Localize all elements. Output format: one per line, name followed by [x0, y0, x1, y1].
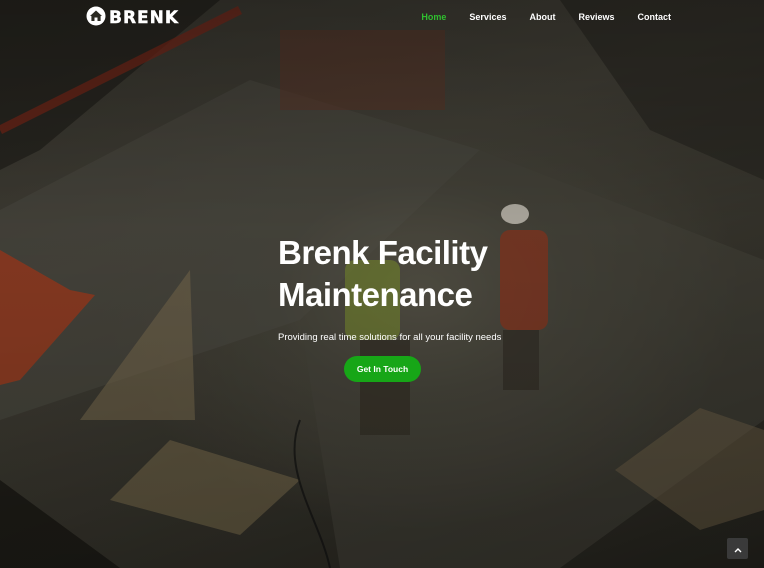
nav-services-link[interactable]: Services [469, 12, 506, 22]
nav-contact-link[interactable]: Contact [638, 12, 672, 22]
get-in-touch-button[interactable]: Get In Touch [344, 356, 421, 382]
nav-about-link[interactable]: About [529, 12, 555, 22]
nav-reviews-link[interactable]: Reviews [578, 12, 614, 22]
hero-title-line-1: Brenk Facility [278, 234, 488, 271]
chevron-up-icon [734, 540, 742, 558]
top-navbar: BRENK Home Services About Reviews Contac… [0, 0, 764, 36]
hero-title-line-2: Maintenance [278, 276, 473, 313]
hero-subtitle: Providing real time solutions for all yo… [278, 331, 502, 343]
brand-logo[interactable]: BRENK [86, 6, 180, 31]
house-icon [86, 6, 106, 31]
main-nav: Home Services About Reviews Contact [421, 12, 671, 22]
nav-home-link[interactable]: Home [421, 12, 446, 22]
back-to-top-button[interactable] [727, 538, 748, 559]
brand-name: BRENK [109, 8, 180, 28]
hero-title: Brenk Facility Maintenance [278, 232, 498, 316]
